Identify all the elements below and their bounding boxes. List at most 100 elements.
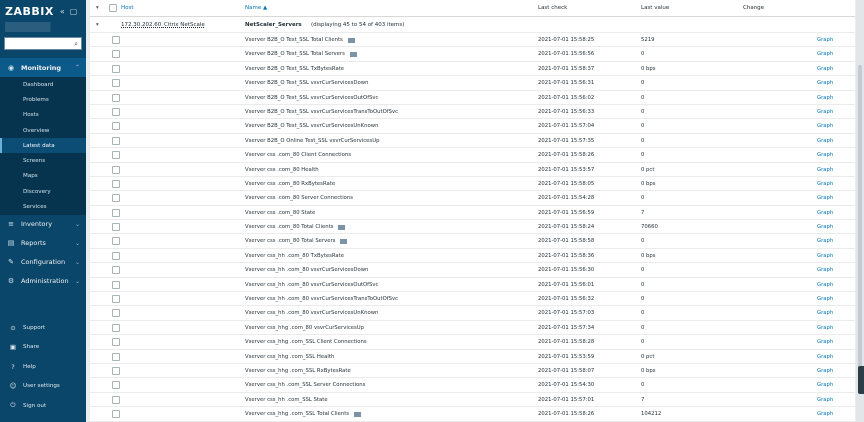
menu-support[interactable]: ⊙ Support (0, 318, 86, 338)
table-header: ▾ Host Name ▲ Last check Last value Chan… (90, 0, 855, 17)
menu-inventory[interactable]: ≡ Inventory ⌄ (0, 215, 86, 234)
side-panel-handle[interactable] (858, 366, 864, 394)
graph-link[interactable]: Graph (817, 325, 833, 331)
graph-link[interactable]: Graph (817, 138, 833, 144)
table-row: Vserver css .com_80 Client Connections 20… (90, 148, 855, 163)
row-checkbox[interactable] (112, 266, 120, 275)
row-checkbox[interactable] (112, 50, 120, 59)
row-checkbox[interactable] (112, 107, 120, 116)
item-info-icon[interactable] (350, 52, 357, 58)
row-checkbox[interactable] (112, 151, 120, 160)
graph-link[interactable]: Graph (817, 339, 833, 345)
item-info-icon[interactable] (338, 225, 345, 231)
row-checkbox[interactable] (112, 122, 120, 131)
row-checkbox[interactable] (112, 251, 120, 260)
submenu-overview[interactable]: Overview (0, 123, 86, 138)
row-checkbox[interactable] (112, 323, 120, 332)
graph-link[interactable]: Graph (817, 210, 833, 216)
graph-link[interactable]: Graph (817, 368, 833, 374)
menu-monitoring[interactable]: ◉ Monitoring ⌃ (0, 58, 86, 77)
menu-sign-out[interactable]: ⏻ Sign out (0, 396, 86, 416)
collapse-sidebar-icon[interactable]: « (60, 7, 65, 16)
menu-user-settings[interactable]: ☺ User settings (0, 377, 86, 397)
row-checkbox[interactable] (112, 208, 120, 217)
graph-link[interactable]: Graph (817, 109, 833, 115)
graph-link[interactable]: Graph (817, 238, 833, 244)
row-checkbox[interactable] (112, 79, 120, 88)
graph-link[interactable]: Graph (817, 282, 833, 288)
graph-link[interactable]: Graph (817, 37, 833, 43)
row-checkbox[interactable] (112, 309, 120, 318)
row-checkbox[interactable] (112, 280, 120, 289)
search-icon[interactable]: ⌕ (74, 40, 78, 49)
menu-reports[interactable]: ▤ Reports ⌄ (0, 234, 86, 253)
submenu-latest-data[interactable]: Latest data (0, 138, 86, 154)
graph-link[interactable]: Graph (817, 95, 833, 101)
submenu-services[interactable]: Services (0, 199, 86, 214)
menu-help[interactable]: ? Help (0, 357, 86, 377)
graph-link[interactable]: Graph (817, 411, 833, 417)
column-name[interactable]: Name ▲ (245, 5, 267, 11)
graph-link[interactable]: Graph (817, 224, 833, 230)
graph-link[interactable]: Graph (817, 195, 833, 201)
graph-link[interactable]: Graph (817, 66, 833, 72)
collapse-group-icon[interactable]: ▾ (96, 22, 99, 28)
table-row: Vserver css .com_80 Server Connections 20… (90, 191, 855, 206)
host-link[interactable]: 172.30.202.60_Citrix NetScale (121, 22, 205, 28)
last-check: 2021-07-01 15:58:25 (538, 37, 595, 43)
collapse-all-icon[interactable]: ▾ (96, 5, 99, 11)
scrollbar-thumb[interactable] (858, 65, 862, 375)
graph-link[interactable]: Graph (817, 397, 833, 403)
row-checkbox[interactable] (112, 237, 120, 246)
menu-configuration[interactable]: ✎ Configuration ⌄ (0, 253, 86, 272)
submenu-screens[interactable]: Screens (0, 153, 86, 168)
column-host[interactable]: Host (121, 5, 134, 11)
graph-link[interactable]: Graph (817, 167, 833, 173)
row-checkbox[interactable] (112, 194, 120, 203)
table-row: Vserver css_hhg .com_SSL Health 2021-07-0… (90, 350, 855, 364)
item-info-icon[interactable] (340, 239, 347, 245)
graph-link[interactable]: Graph (817, 382, 833, 388)
sidebar: ZABBIX « ▢ ⌕ ◉ Monitoring ⌃ Dashboard Pr… (0, 0, 86, 422)
graph-link[interactable]: Graph (817, 354, 833, 360)
graph-link[interactable]: Graph (817, 181, 833, 187)
row-checkbox[interactable] (112, 338, 120, 347)
graph-link[interactable]: Graph (817, 310, 833, 316)
row-checkbox[interactable] (112, 93, 120, 102)
submenu-problems[interactable]: Problems (0, 92, 86, 107)
graph-link[interactable]: Graph (817, 267, 833, 273)
graph-link[interactable]: Graph (817, 296, 833, 302)
row-checkbox[interactable] (112, 179, 120, 188)
submenu-maps[interactable]: Maps (0, 169, 86, 184)
row-checkbox[interactable] (112, 36, 120, 44)
item-info-icon[interactable] (354, 412, 361, 418)
row-checkbox[interactable] (112, 366, 120, 375)
search-input[interactable]: ⌕ (4, 37, 82, 50)
row-checkbox[interactable] (112, 410, 120, 419)
row-checkbox[interactable] (112, 64, 120, 73)
last-check: 2021-07-01 15:56:31 (538, 80, 595, 87)
graph-link[interactable]: Graph (817, 80, 833, 86)
graph-link[interactable]: Graph (817, 152, 833, 158)
row-checkbox[interactable] (112, 295, 120, 304)
item-name: Vserver B2B_O Test_SSL vsvrCurServicesTr… (245, 108, 399, 115)
submenu-dashboard[interactable]: Dashboard (0, 77, 86, 92)
zabbix-logo[interactable]: ZABBIX (5, 5, 54, 18)
graph-link[interactable]: Graph (817, 253, 833, 259)
row-checkbox[interactable] (112, 352, 120, 361)
row-checkbox[interactable] (112, 223, 120, 232)
row-checkbox[interactable] (112, 165, 120, 174)
row-checkbox[interactable] (112, 395, 120, 404)
select-all-checkbox[interactable] (109, 4, 117, 12)
graph-link[interactable]: Graph (817, 51, 833, 57)
submenu-discovery[interactable]: Discovery (0, 184, 86, 199)
menu-share[interactable]: ▣ Share (0, 338, 86, 358)
graph-link[interactable]: Graph (817, 123, 833, 129)
kiosk-mode-icon[interactable]: ▢ (70, 7, 78, 16)
item-info-icon[interactable] (348, 38, 355, 43)
submenu-hosts[interactable]: Hosts (0, 108, 86, 123)
menu-administration[interactable]: ⚙ Administration ⌄ (0, 272, 86, 291)
scrollbar[interactable] (856, 0, 864, 422)
row-checkbox[interactable] (112, 136, 120, 145)
row-checkbox[interactable] (112, 381, 120, 390)
